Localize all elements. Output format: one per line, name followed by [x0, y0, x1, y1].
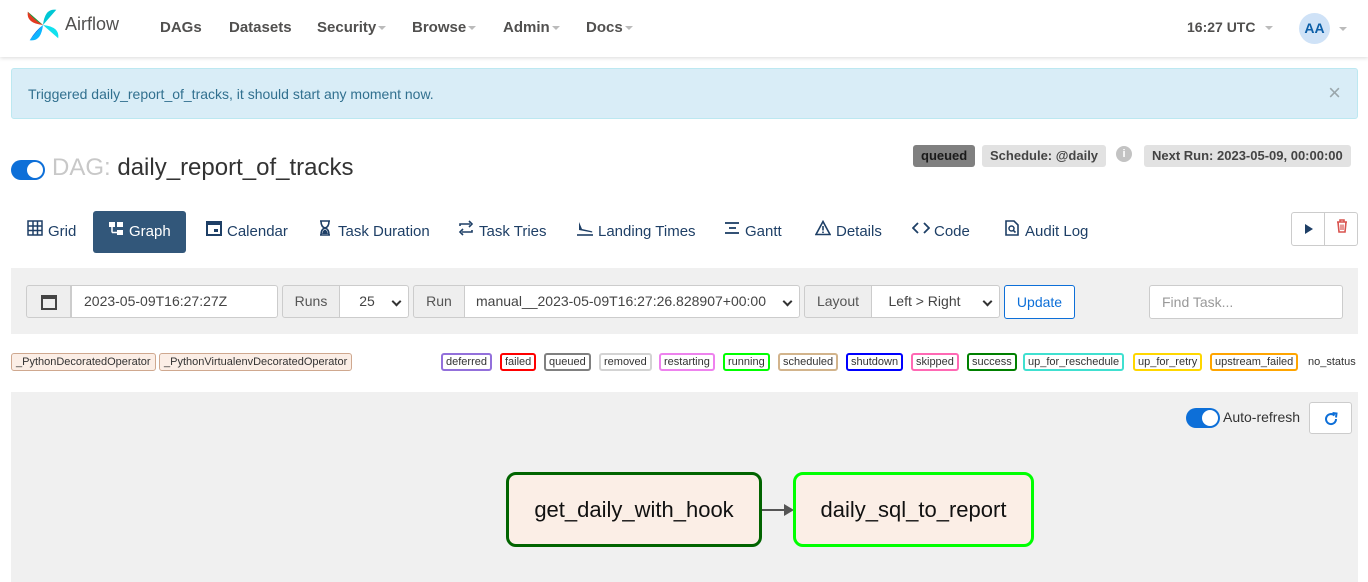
find-task-input[interactable]: Find Task...	[1149, 285, 1343, 319]
grid-icon	[26, 211, 44, 253]
nav-admin[interactable]: Admin	[503, 19, 560, 36]
refresh-button[interactable]	[1309, 402, 1352, 434]
landing-icon	[576, 211, 594, 253]
run-select[interactable]: manual__2023-05-09T16:27:26.828907+00:00	[464, 285, 800, 318]
task-node-daily-sql-to-report[interactable]: daily_sql_to_report	[793, 472, 1034, 547]
dag-prefix: DAG:	[52, 154, 111, 181]
next-run-badge: Next Run: 2023-05-09, 00:00:00	[1144, 145, 1351, 167]
operator-legend-item: _PythonVirtualenvDecoratedOperator	[159, 353, 353, 371]
nav-datasets[interactable]: Datasets	[229, 19, 292, 36]
tab-details[interactable]: Details	[806, 211, 890, 253]
operator-legend-item: _PythonDecoratedOperator	[11, 353, 156, 371]
top-navbar: Airflow DAGs Datasets Security Browse Ad…	[0, 0, 1368, 57]
tab-calendar[interactable]: Calendar	[197, 211, 296, 253]
close-icon[interactable]: ×	[1328, 82, 1341, 104]
base-date-input[interactable]: 2023-05-09T16:27:27Z	[71, 285, 278, 318]
state-legend-up-for-reschedule[interactable]: up_for_reschedule	[1023, 353, 1125, 371]
calendar-icon	[205, 211, 223, 253]
info-icon[interactable]: i	[1116, 146, 1132, 162]
info-alert: Triggered daily_report_of_tracks, it sho…	[11, 68, 1358, 119]
tab-code[interactable]: Code	[904, 211, 978, 253]
tab-task-duration[interactable]: Task Duration	[308, 211, 438, 253]
trigger-dag-button[interactable]	[1292, 213, 1325, 245]
code-icon	[911, 211, 931, 253]
state-legend-running[interactable]: running	[723, 353, 770, 371]
audit-icon	[1003, 211, 1021, 253]
state-legend-scheduled[interactable]: scheduled	[778, 353, 839, 371]
runs-select[interactable]: 25	[339, 285, 409, 318]
nav-browse[interactable]: Browse	[412, 19, 477, 36]
refresh-icon	[1324, 412, 1338, 426]
chevron-down-icon	[1339, 27, 1347, 31]
auto-refresh-toggle[interactable]	[1186, 408, 1220, 428]
brand-name[interactable]: Airflow	[65, 14, 119, 35]
trash-icon	[1337, 219, 1347, 233]
auto-refresh-label: Auto-refresh	[1223, 409, 1301, 425]
retry-icon	[457, 211, 475, 253]
state-legend-deferred[interactable]: deferred	[441, 353, 492, 371]
tab-gantt[interactable]: Gantt	[715, 211, 790, 253]
calendar-icon	[40, 295, 57, 311]
run-label: Run	[413, 285, 465, 318]
runs-label: Runs	[282, 285, 340, 318]
airflow-logo-icon[interactable]	[24, 6, 62, 44]
tab-task-tries[interactable]: Task Tries	[449, 211, 555, 253]
dag-run-state-badge: queued	[913, 145, 976, 167]
nav-dags[interactable]: DAGs	[160, 19, 202, 36]
task-node-get-daily-with-hook[interactable]: get_daily_with_hook	[506, 472, 762, 547]
page-title: DAG: daily_report_of_tracks	[52, 154, 353, 182]
update-button[interactable]: Update	[1004, 285, 1075, 319]
state-legend-removed[interactable]: removed	[599, 353, 652, 371]
chevron-down-icon	[982, 296, 993, 307]
layout-select[interactable]: Left > Right	[871, 285, 1000, 318]
chevron-down-icon	[378, 26, 387, 31]
chevron-down-icon	[1265, 26, 1274, 31]
chevron-down-icon	[468, 26, 477, 31]
chevron-down-icon	[782, 296, 793, 307]
state-legend-queued[interactable]: queued	[544, 353, 591, 371]
state-legend-no-status[interactable]: no_status	[1308, 356, 1356, 368]
calendar-picker-button[interactable]	[26, 285, 71, 318]
dag-id: daily_report_of_tracks	[117, 154, 354, 181]
user-avatar[interactable]: AA	[1299, 13, 1330, 44]
state-legend-success[interactable]: success	[967, 353, 1017, 371]
state-legend-skipped[interactable]: skipped	[911, 353, 959, 371]
gantt-icon	[723, 211, 741, 253]
state-legend-up-for-retry[interactable]: up_for_retry	[1133, 353, 1203, 371]
chevron-down-icon	[551, 26, 560, 31]
warning-icon	[814, 211, 832, 253]
tab-audit-log[interactable]: Audit Log	[995, 211, 1096, 253]
hourglass-icon	[316, 211, 334, 253]
state-legend-restarting[interactable]: restarting	[659, 353, 715, 371]
state-legend-shutdown[interactable]: shutdown	[846, 353, 904, 371]
graph-icon	[107, 211, 125, 253]
nav-docs[interactable]: Docs	[586, 19, 633, 36]
state-legend-upstream-failed[interactable]: upstream_failed	[1210, 353, 1299, 371]
tab-graph[interactable]: Graph	[93, 211, 186, 253]
tab-grid[interactable]: Grid	[18, 211, 84, 253]
state-legend-failed[interactable]: failed	[500, 353, 537, 371]
layout-label: Layout	[804, 285, 872, 318]
nav-security[interactable]: Security	[317, 19, 387, 36]
schedule-badge: Schedule: @daily	[982, 145, 1107, 167]
delete-dag-button[interactable]	[1326, 213, 1358, 245]
utc-clock[interactable]: 16:27 UTC	[1187, 19, 1274, 35]
alert-message: Triggered daily_report_of_tracks, it sho…	[28, 86, 434, 102]
dag-action-buttons	[1291, 212, 1358, 246]
graph-edge	[762, 509, 786, 511]
dag-pause-toggle[interactable]	[11, 160, 45, 180]
tab-landing-times[interactable]: Landing Times	[568, 211, 704, 253]
chevron-down-icon	[624, 26, 633, 31]
chevron-down-icon	[391, 296, 402, 307]
